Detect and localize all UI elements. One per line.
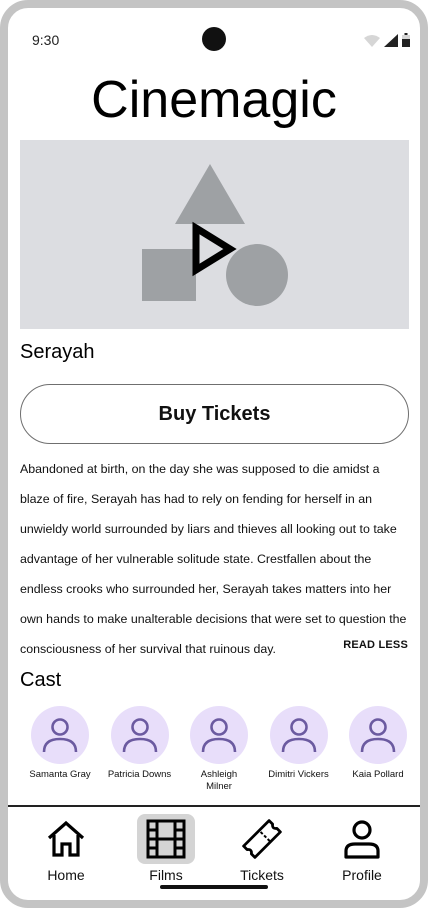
avatar [31,706,89,764]
nav-label-home: Home [47,867,85,883]
cast-member[interactable]: Kaia Pollard [346,706,410,793]
cast-name: Ashleigh Milner [200,769,238,792]
avatar [349,706,407,764]
signal-icon [384,34,398,52]
avatar [269,706,328,764]
status-bar: 9:30 [8,8,420,66]
cast-name: Kaia Pollard [352,769,404,780]
app-title: Cinemagic [91,71,337,129]
ticket-icon [233,814,291,864]
buy-tickets-button[interactable]: Buy Tickets [20,384,409,444]
nav-label-films: Films [149,867,183,883]
nav-divider [8,805,420,807]
cast-name: Patricia Downs [107,769,172,780]
status-icons [364,33,410,52]
cast-member[interactable]: Ashleigh Milner [187,706,251,793]
home-icon [37,814,95,864]
nav-item-films[interactable]: Films [126,814,206,883]
cast-name: Dimitri Vickers [268,769,329,780]
status-time: 9:30 [32,32,60,48]
person-icon [122,718,157,753]
nav-label-tickets: Tickets [240,867,284,883]
nav-item-home[interactable]: Home [26,814,106,883]
person-icon [42,718,78,753]
placeholder-image-icon [142,164,288,306]
person-icon [333,814,391,864]
avatar [190,706,248,764]
person-icon [360,718,396,753]
cast-member[interactable]: Patricia Downs [108,706,172,793]
cast-name: Samanta Gray [29,769,91,780]
person-icon [201,718,237,753]
cast-list: Samanta Gray Patricia Downs Ashleigh Mil… [20,706,412,793]
film-synopsis: Abandoned at birth, on the day she was s… [20,462,407,656]
nav-label-profile: Profile [342,867,382,883]
trailer-player[interactable] [20,140,409,329]
front-camera [202,27,226,51]
wifi-icon [364,34,380,52]
film-title: Serayah [20,341,95,363]
cast-member[interactable]: Samanta Gray [28,706,92,793]
person-icon [281,718,316,753]
play-icon[interactable] [192,221,237,277]
avatar [110,706,169,764]
nav-item-profile[interactable]: Profile [322,814,402,883]
battery-icon [402,33,410,52]
cast-member[interactable]: Dimitri Vickers [267,706,331,793]
home-indicator [160,885,268,889]
phone-frame: 9:30 Cinemagic Serayah Buy Tickets Aband… [0,0,428,908]
read-less-link[interactable]: READ LESS [343,639,408,651]
cast-heading: Cast [20,669,62,691]
film-icon [137,814,195,864]
nav-item-tickets[interactable]: Tickets [222,814,302,883]
